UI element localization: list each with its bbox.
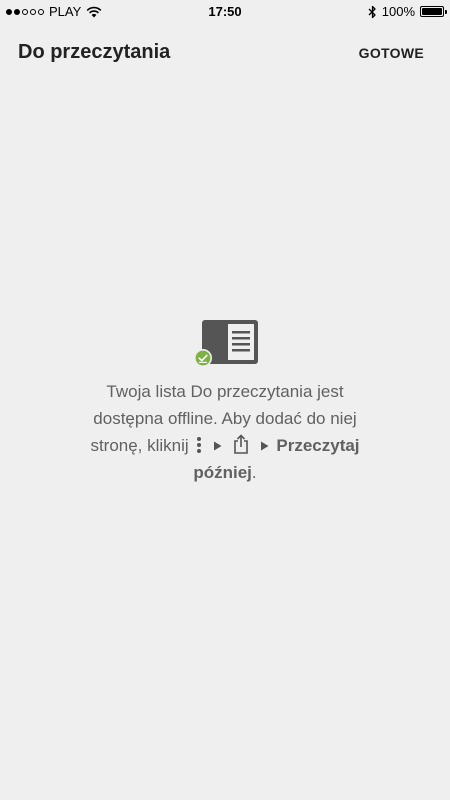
more-vert-icon — [197, 437, 202, 453]
done-button[interactable]: GOTOWE — [359, 45, 424, 61]
status-bar: PLAY 17:50 100% — [0, 0, 450, 24]
app-header: Do przeczytania GOTOWE — [0, 24, 450, 80]
signal-strength-icon — [6, 8, 44, 15]
share-icon — [234, 434, 248, 454]
page-title: Do przeczytania — [18, 41, 171, 63]
battery-percent: 100% — [381, 4, 415, 19]
signal-dot — [38, 8, 44, 15]
arrow-right-icon — [214, 441, 222, 451]
read-later-label: Przeczytaj — [276, 436, 360, 455]
message-line-3: stronę, kliknij Przeczytaj — [75, 432, 375, 459]
empty-state: Twoja lista Do przeczytania jest dostępn… — [0, 318, 450, 486]
message-line-2: dostępna offline. Aby dodać do niej — [93, 409, 357, 428]
offline-check-icon — [194, 349, 212, 367]
bluetooth-icon — [368, 5, 376, 18]
wifi-icon — [86, 6, 102, 17]
message-click-text: stronę, kliknij — [90, 436, 189, 455]
empty-state-message: Twoja lista Do przeczytania jest dostępn… — [75, 378, 375, 486]
carrier-name: PLAY — [49, 4, 82, 19]
message-period: . — [251, 463, 257, 482]
battery-tip — [445, 10, 447, 14]
status-left: PLAY — [6, 4, 102, 19]
reading-list-illustration — [194, 318, 264, 368]
signal-dot — [14, 8, 20, 15]
read-later-label-end: później — [193, 463, 252, 482]
status-right: 100% — [368, 4, 447, 19]
signal-dot — [6, 8, 12, 15]
message-line-1: Twoja lista Do przeczytania jest — [106, 382, 344, 401]
signal-dot — [22, 8, 28, 15]
battery-fill — [422, 8, 442, 15]
signal-dot — [30, 8, 36, 15]
battery-icon — [420, 6, 447, 17]
arrow-right-icon — [260, 441, 269, 451]
message-line-4: później. — [75, 459, 375, 486]
screen: PLAY 17:50 100% Do przeczytania GOTOWE T… — [0, 0, 450, 800]
